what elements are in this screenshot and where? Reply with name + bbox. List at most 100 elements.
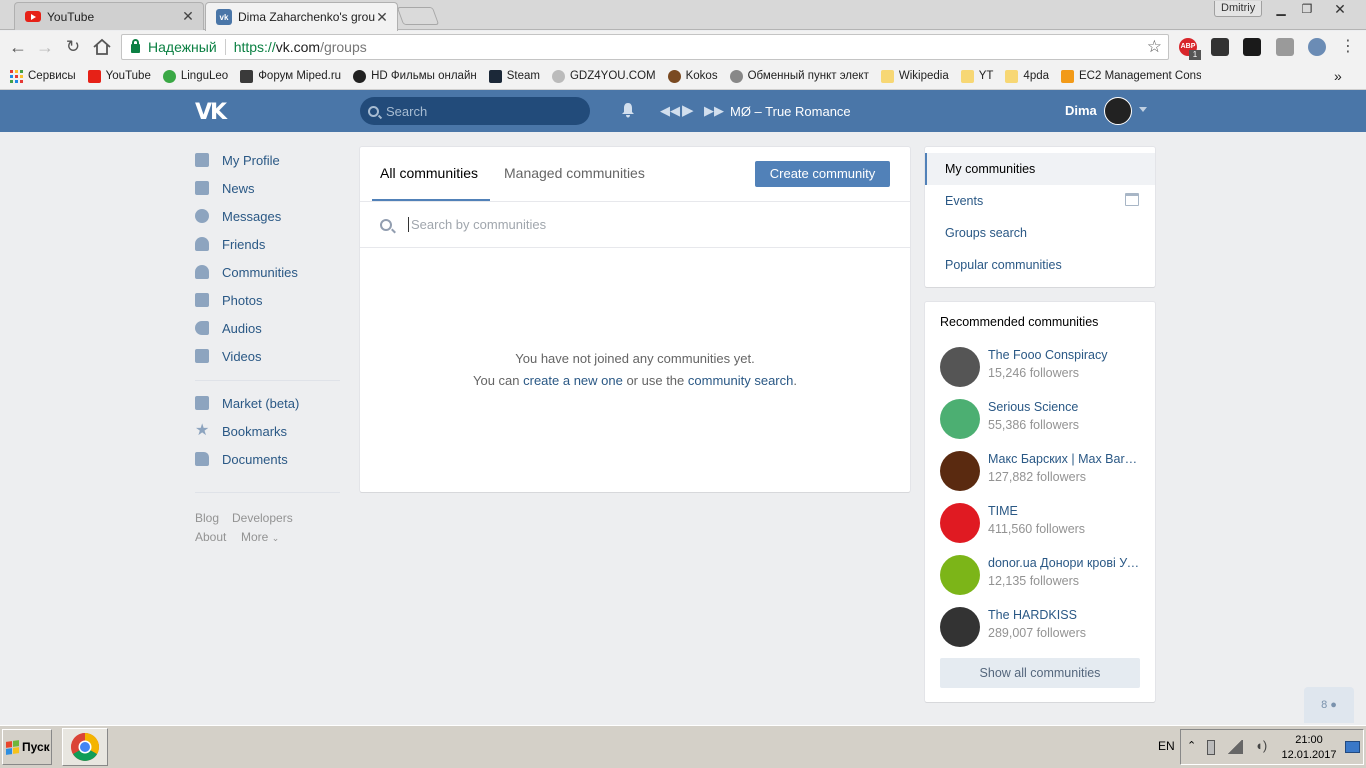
notifications-bell-icon[interactable] <box>620 102 636 118</box>
tab-all-communities[interactable]: All communities <box>380 165 478 181</box>
community-name[interactable]: Serious Science <box>988 400 1143 414</box>
list-item[interactable]: Serious Science 55,386 followers <box>940 399 1145 443</box>
list-item[interactable]: Макс Барских | Max Barskih 127,882 follo… <box>940 451 1145 495</box>
create-new-link[interactable]: create a new one <box>523 373 623 388</box>
forward-icon[interactable]: → <box>34 37 56 57</box>
bookmark-folder[interactable]: 4pda <box>1005 69 1049 83</box>
now-playing-track[interactable]: MØ – True Romance <box>730 104 851 119</box>
header-search-input[interactable]: Search <box>360 97 590 125</box>
community-name[interactable]: Макс Барских | Max Barskih <box>988 452 1143 466</box>
tab-managed-communities[interactable]: Managed communities <box>504 165 645 181</box>
community-name[interactable]: donor.ua Донори крові України <box>988 556 1143 570</box>
bookmark-folder[interactable]: YT <box>960 69 993 83</box>
menu-icon[interactable]: ⋮ <box>1340 37 1356 57</box>
extension-cube-icon[interactable] <box>1276 38 1294 56</box>
minimize-button[interactable]: ▁ <box>1269 1 1293 17</box>
menu-item-events[interactable]: Events <box>925 185 1155 217</box>
start-button[interactable]: Пуск <box>2 729 52 765</box>
calendar-icon[interactable] <box>1125 193 1139 206</box>
community-search-link[interactable]: community search <box>688 373 793 388</box>
bookmark-item[interactable]: Обменный пункт элект <box>729 69 869 83</box>
language-indicator[interactable]: EN <box>1158 739 1175 753</box>
bookmark-item[interactable]: YouTube <box>87 69 151 83</box>
extension-mail-icon[interactable] <box>1243 38 1261 56</box>
bookmark-item[interactable]: GDZ4YOU.COM <box>551 69 656 83</box>
clock-date[interactable]: 12.01.2017 <box>1281 749 1337 761</box>
sidebar-item-market[interactable]: Market (beta) <box>195 389 299 417</box>
community-name[interactable]: The Fooo Conspiracy <box>988 348 1143 362</box>
restore-button[interactable]: ❐ <box>1295 1 1319 17</box>
community-avatar[interactable] <box>940 347 980 387</box>
bookmark-item[interactable]: Steam <box>488 69 540 83</box>
home-icon[interactable] <box>92 38 112 56</box>
tray-expand-icon[interactable]: ⌃ <box>1187 739 1196 752</box>
list-item[interactable]: TIME 411,560 followers <box>940 503 1145 547</box>
sidebar-item-my-profile[interactable]: My Profile <box>195 146 280 174</box>
clock-time[interactable]: 21:00 <box>1281 734 1337 746</box>
address-bar[interactable]: Надежный https:// vk.com /groups ☆ <box>121 34 1169 60</box>
sidebar-item-audios[interactable]: Audios <box>195 314 262 342</box>
create-community-button[interactable]: Create community <box>755 161 890 187</box>
community-avatar[interactable] <box>940 607 980 647</box>
menu-item-my-communities[interactable]: My communities <box>925 153 1155 185</box>
bookmark-item[interactable]: EC2 Management Conso <box>1061 69 1201 83</box>
reload-icon[interactable]: ↻ <box>62 37 84 57</box>
volume-icon[interactable]: ◖) <box>1255 738 1267 753</box>
back-icon[interactable]: ← <box>7 37 29 57</box>
new-tab-button[interactable] <box>396 7 440 25</box>
close-window-button[interactable]: ✕ <box>1328 1 1352 17</box>
bookmark-item[interactable]: LinguLeo <box>162 69 228 83</box>
more-bookmarks-button[interactable]: » <box>1334 68 1342 84</box>
next-track-icon[interactable]: ▶▶ <box>704 103 724 119</box>
community-avatar[interactable] <box>940 503 980 543</box>
sidebar-item-messages[interactable]: Messages <box>195 202 281 230</box>
sidebar-item-friends[interactable]: Friends <box>195 230 265 258</box>
previous-track-icon[interactable]: ◀◀ <box>660 103 680 119</box>
profile-badge[interactable]: Dmitriy <box>1214 1 1263 17</box>
show-desktop-icon[interactable] <box>1345 741 1360 753</box>
tab-youtube[interactable]: YouTube ✕ <box>14 2 204 30</box>
community-avatar[interactable] <box>940 555 980 595</box>
footer-more-dropdown[interactable]: More ⌄ <box>241 530 279 544</box>
battery-icon[interactable] <box>1207 740 1215 755</box>
extension-pipette-icon[interactable] <box>1308 38 1326 56</box>
bookmark-item[interactable]: HD Фильмы онлайн <box>353 69 477 83</box>
footer-link-developers[interactable]: Developers <box>232 511 293 525</box>
footer-link-blog[interactable]: Blog <box>195 511 219 525</box>
sidebar-item-photos[interactable]: Photos <box>195 286 262 314</box>
signal-icon[interactable] <box>1227 740 1243 754</box>
bookmark-item[interactable]: Сервисы <box>10 69 76 83</box>
taskbar-chrome-button[interactable] <box>62 728 108 766</box>
community-avatar[interactable] <box>940 399 980 439</box>
user-name[interactable]: Dima <box>1065 103 1097 118</box>
close-icon[interactable]: ✕ <box>181 8 195 25</box>
menu-item-groups-search[interactable]: Groups search <box>925 217 1155 249</box>
list-item[interactable]: The HARDKISS 289,007 followers <box>940 607 1145 651</box>
vk-logo[interactable]: VK <box>195 100 227 125</box>
sidebar-item-documents[interactable]: Documents <box>195 445 288 473</box>
communities-search-input[interactable]: Search by communities <box>360 201 910 248</box>
play-icon[interactable]: ▶ <box>682 101 694 119</box>
sidebar-item-communities[interactable]: Communities <box>195 258 298 286</box>
show-all-communities-button[interactable]: Show all communities <box>940 658 1140 688</box>
sidebar-item-bookmarks[interactable]: ★ Bookmarks <box>195 417 287 445</box>
bookmark-folder[interactable]: Wikipedia <box>880 69 949 83</box>
footer-link-about[interactable]: About <box>195 530 226 544</box>
bookmark-star-icon[interactable]: ☆ <box>1147 37 1162 57</box>
tab-vk-groups[interactable]: vk Dima Zaharchenko's groups ✕ <box>205 2 398 31</box>
list-item[interactable]: donor.ua Донори крові України 12,135 fol… <box>940 555 1145 599</box>
online-friends-widget[interactable]: 8 ● <box>1304 687 1354 723</box>
chevron-down-icon[interactable] <box>1139 107 1147 112</box>
sidebar-item-videos[interactable]: Videos <box>195 342 262 370</box>
bookmark-item[interactable]: Форум Miped.ru <box>240 69 341 83</box>
close-icon[interactable]: ✕ <box>375 9 389 26</box>
community-name[interactable]: TIME <box>988 504 1143 518</box>
community-avatar[interactable] <box>940 451 980 491</box>
sidebar-item-news[interactable]: News <box>195 174 255 202</box>
bookmark-item[interactable]: Kokos <box>667 69 718 83</box>
avatar[interactable] <box>1104 97 1132 125</box>
list-item[interactable]: The Fooo Conspiracy 15,246 followers <box>940 347 1145 391</box>
menu-item-popular-communities[interactable]: Popular communities <box>925 249 1155 281</box>
extension-glasses-icon[interactable] <box>1211 38 1229 56</box>
community-name[interactable]: The HARDKISS <box>988 608 1143 622</box>
